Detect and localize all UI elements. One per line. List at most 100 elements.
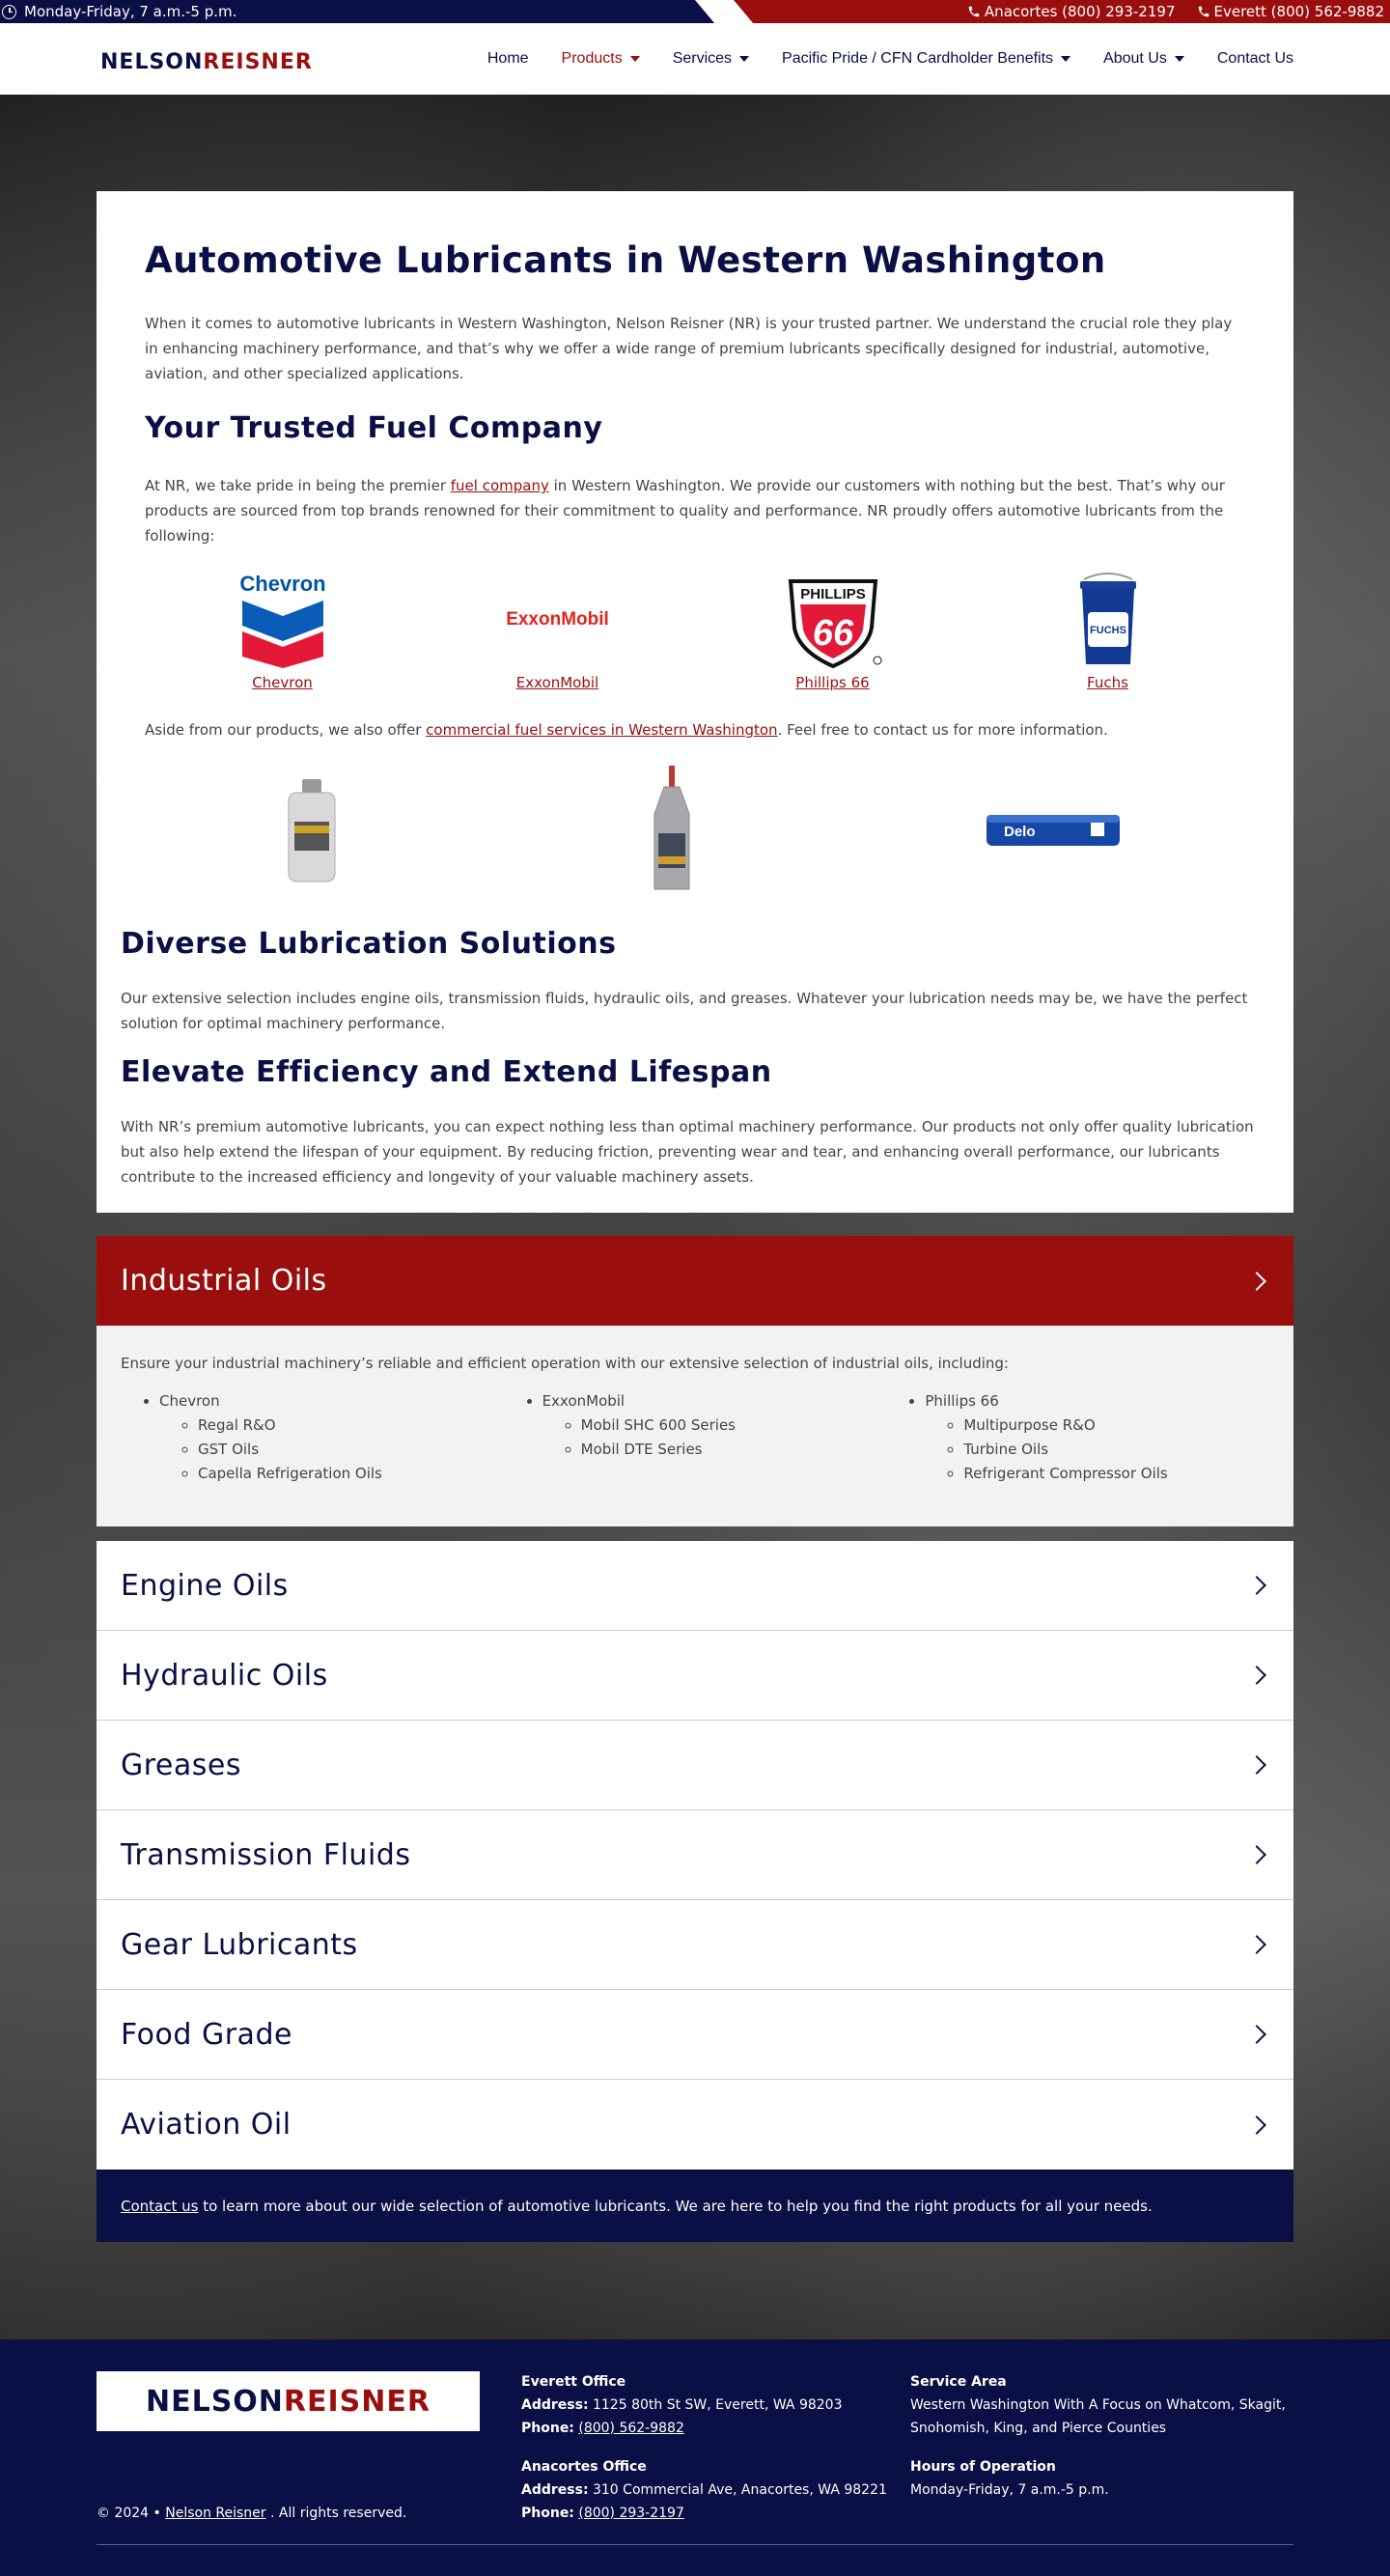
clock-icon: [2, 4, 16, 19]
nav-label: Products: [561, 50, 623, 67]
address-label: Address:: [521, 2397, 589, 2413]
accordion-header-industrial-oils[interactable]: Industrial Oils: [97, 1236, 1293, 1326]
fuchs-logo-text: FUCHS: [1090, 625, 1126, 636]
brand-column-exxonmobil: ExxonMobil Mobil SHC 600 Series Mobil DT…: [504, 1389, 887, 1486]
hours-text: Monday-Friday, 7 a.m.-5 p.m.: [24, 3, 237, 20]
brand-name: Phillips 66: [925, 1392, 999, 1410]
nav-products[interactable]: Products: [562, 50, 640, 68]
chevron-right-icon: [1247, 1666, 1266, 1685]
copyright: © 2024 • Nelson Reisner . All rights res…: [97, 2506, 406, 2521]
phone-label: Phone:: [521, 2506, 574, 2521]
chevron-right-icon: [1247, 1935, 1266, 1954]
brand-link-exxonmobil[interactable]: ExxonMobil: [516, 674, 598, 691]
hours-text: Monday-Friday, 7 a.m.-5 p.m.: [910, 2482, 1109, 2498]
nav-label: Home: [486, 50, 529, 67]
chevron-right-icon: [1247, 2114, 1266, 2135]
text-segment: At NR, we take pride in being the premie…: [145, 477, 451, 494]
everett-phone-link[interactable]: (800) 562-9882: [578, 2421, 684, 2436]
brand-exxonmobil: ExxonMobil ExxonMobil: [420, 572, 695, 691]
fuchs-logo[interactable]: FUCHS: [1055, 572, 1161, 668]
site-logo[interactable]: NELSON REISNER: [100, 50, 313, 74]
phone-link-everett[interactable]: Everett (800) 562-9882: [1197, 3, 1384, 20]
accordion-body-industrial-oils: Ensure your industrial machinery’s relia…: [97, 1326, 1293, 1526]
oil-bottle-image: [288, 779, 336, 882]
site-header: NELSON REISNER Home Products Services Pac…: [0, 23, 1390, 95]
chevron-right-icon: [1247, 1271, 1266, 1291]
accordion-header-gear-lubricants[interactable]: Gear Lubricants: [97, 1900, 1293, 1990]
brand-logos: Chevron Chevron ExxonMobil ExxonMobil PH…: [145, 572, 1245, 691]
brand-link-phillips66[interactable]: Phillips 66: [795, 674, 869, 691]
exxonmobil-logo[interactable]: ExxonMobil: [505, 572, 611, 668]
list-item: Chevron Regal R&O GST Oils Capella Refri…: [159, 1389, 504, 1486]
accordion-header-engine-oils[interactable]: Engine Oils: [97, 1541, 1293, 1631]
office-heading: Everett Office: [521, 2374, 626, 2390]
phone-icon: [968, 6, 980, 17]
brand-name: Chevron: [159, 1392, 220, 1410]
nav-about-us[interactable]: About Us: [1103, 50, 1184, 68]
caret-down-icon: [1174, 56, 1184, 62]
brand-column-phillips66: Phillips 66 Multipurpose R&O Turbine Oil…: [886, 1389, 1269, 1486]
accordion-header-hydraulic-oils[interactable]: Hydraulic Oils: [97, 1631, 1293, 1721]
accordion-header-greases[interactable]: Greases: [97, 1721, 1293, 1810]
chevron-right-icon: [1247, 2025, 1266, 2044]
footer-logo[interactable]: NELSON REISNER: [97, 2371, 480, 2431]
phillips66-logo[interactable]: PHILLIPS 66: [780, 572, 886, 668]
heading-trusted-fuel-company: Your Trusted Fuel Company: [145, 411, 603, 445]
nav-home[interactable]: Home: [487, 50, 529, 68]
logo-part-reisner: REISNER: [203, 50, 313, 74]
phone-icon: [1198, 6, 1209, 17]
product-images: Delo: [97, 766, 1293, 896]
brand-column-chevron: Chevron Regal R&O GST Oils Capella Refri…: [121, 1389, 504, 1486]
accordion-industrial-oils: Industrial Oils Ensure your industrial m…: [97, 1236, 1293, 1526]
anacortes-phone-link[interactable]: (800) 293-2197: [578, 2506, 684, 2521]
brand-fuchs: FUCHS Fuchs: [970, 572, 1245, 691]
accordion-header-transmission-fluids[interactable]: Transmission Fluids: [97, 1810, 1293, 1900]
chevron-logo[interactable]: Chevron: [230, 572, 336, 668]
anacortes-office: Anacortes Office Address: 310 Commercial…: [521, 2455, 888, 2525]
list-item: ExxonMobil Mobil SHC 600 Series Mobil DT…: [542, 1389, 887, 1462]
nav-label: Contact Us: [1216, 50, 1293, 67]
address-value: 1125 80th St SW, Everett, WA 98203: [588, 2397, 843, 2413]
chevron-right-icon: [1247, 1755, 1266, 1775]
chevron-logo-text: Chevron: [239, 572, 325, 596]
address-label: Address:: [521, 2482, 589, 2498]
accordion-header-aviation-oil[interactable]: Aviation Oil: [97, 2080, 1293, 2170]
text-segment: . All rights reserved.: [265, 2506, 407, 2521]
intro-card: Automotive Lubricants in Western Washing…: [97, 191, 1293, 1213]
accordion-header-food-grade[interactable]: Food Grade: [97, 1990, 1293, 2080]
service-area: Service Area Western Washington With A F…: [910, 2370, 1296, 2440]
text-segment: © 2024 •: [97, 2506, 166, 2521]
contact-cta-banner: Contact us to learn more about our wide …: [97, 2170, 1293, 2242]
text-segment: to learn more about our wide selection o…: [198, 2197, 1153, 2215]
hours-banner: Monday-Friday, 7 a.m.-5 p.m.: [0, 0, 734, 23]
hours-heading: Hours of Operation: [910, 2459, 1056, 2475]
logo-part-nelson: NELSON: [100, 50, 204, 74]
brand-link-fuchs[interactable]: Fuchs: [1087, 674, 1128, 691]
top-bar: Monday-Friday, 7 a.m.-5 p.m. Anacortes (…: [0, 0, 1390, 23]
phone-label: Phone:: [521, 2421, 574, 2436]
nav-services[interactable]: Services: [673, 50, 750, 68]
heading-diverse-lubrication: Diverse Lubrication Solutions: [121, 927, 617, 961]
fuel-company-link[interactable]: fuel company: [451, 477, 549, 494]
accordion-title: Industrial Oils: [121, 1264, 327, 1298]
brand-link-chevron[interactable]: Chevron: [252, 674, 313, 691]
phone-link-anacortes[interactable]: Anacortes (800) 293-2197: [967, 3, 1176, 20]
industrial-oils-intro: Ensure your industrial machinery’s relia…: [121, 1355, 1009, 1372]
exxonmobil-logo-text: ExxonMobil: [506, 609, 609, 630]
list-item: Refrigerant Compressor Oils: [963, 1462, 1269, 1486]
nav-cardholder-benefits[interactable]: Pacific Pride / CFN Cardholder Benefits: [782, 50, 1071, 68]
chevron-right-icon: [1247, 1576, 1266, 1595]
brand-chevron: Chevron Chevron: [145, 572, 420, 691]
delo-grease-tube-image: Delo: [987, 815, 1120, 846]
nav-contact-us[interactable]: Contact Us: [1217, 50, 1293, 68]
phillips-logo-number: 66: [812, 613, 853, 654]
brand-phillips66: PHILLIPS 66 Phillips 66: [695, 572, 970, 691]
diverse-paragraph: Our extensive selection includes engine …: [121, 990, 1248, 1032]
commercial-fuel-services-link[interactable]: commercial fuel services in Western Wash…: [426, 721, 777, 739]
office-heading: Anacortes Office: [521, 2459, 647, 2475]
caret-down-icon: [629, 56, 640, 62]
accordion-title: Hydraulic Oils: [121, 1658, 328, 1693]
copyright-link[interactable]: Nelson Reisner: [165, 2506, 265, 2521]
contact-us-link[interactable]: Contact us: [121, 2198, 198, 2215]
list-item: Turbine Oils: [963, 1438, 1269, 1462]
